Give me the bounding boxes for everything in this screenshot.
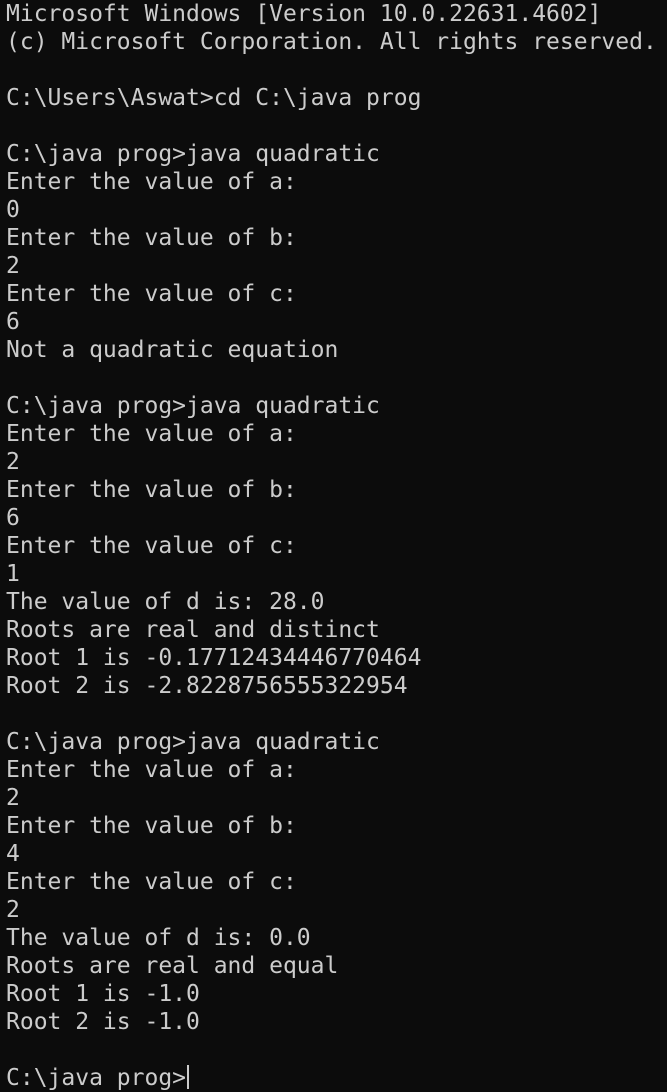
- terminal-prompt: C:\java prog>: [6, 1065, 187, 1091]
- terminal-line: Enter the value of b:: [6, 813, 297, 839]
- terminal-line: Enter the value of b:: [6, 225, 297, 251]
- terminal-line: 6: [6, 309, 20, 335]
- terminal-line: 1: [6, 561, 20, 587]
- terminal-line: 2: [6, 897, 20, 923]
- terminal-line: C:\Users\Aswat>cd C:\java prog: [6, 85, 422, 111]
- terminal-line: Microsoft Windows [Version 10.0.22631.46…: [6, 1, 602, 27]
- terminal-line: 4: [6, 841, 20, 867]
- terminal-line: Enter the value of a:: [6, 421, 297, 447]
- terminal-line: 2: [6, 449, 20, 475]
- terminal-line: (c) Microsoft Corporation. All rights re…: [6, 29, 657, 55]
- terminal-line: Not a quadratic equation: [6, 337, 339, 363]
- terminal-line: Root 1 is -0.17712434446770464: [6, 645, 422, 671]
- terminal-line: Enter the value of c:: [6, 533, 297, 559]
- terminal-line: 6: [6, 505, 20, 531]
- terminal-line: Enter the value of c:: [6, 281, 297, 307]
- terminal-line: 2: [6, 253, 20, 279]
- terminal-line: Enter the value of c:: [6, 869, 297, 895]
- terminal-line: The value of d is: 28.0: [6, 589, 325, 615]
- terminal-line: Roots are real and distinct: [6, 617, 380, 643]
- terminal-line: Enter the value of a:: [6, 757, 297, 783]
- terminal-line: Enter the value of b:: [6, 477, 297, 503]
- terminal-prompt-line[interactable]: C:\java prog>: [6, 1064, 667, 1092]
- terminal-output: Microsoft Windows [Version 10.0.22631.46…: [6, 0, 667, 1064]
- terminal-line: C:\java prog>java quadratic: [6, 729, 380, 755]
- terminal-line: The value of d is: 0.0: [6, 925, 311, 951]
- terminal-line: Roots are real and equal: [6, 953, 339, 979]
- terminal-line: C:\java prog>java quadratic: [6, 393, 380, 419]
- terminal-line: Root 1 is -1.0: [6, 981, 200, 1007]
- text-cursor: [187, 1065, 190, 1089]
- terminal-line: Root 2 is -2.8228756555322954: [6, 673, 408, 699]
- terminal-line: Root 2 is -1.0: [6, 1009, 200, 1035]
- terminal-line: 2: [6, 785, 20, 811]
- terminal-line: Enter the value of a:: [6, 169, 297, 195]
- terminal-console[interactable]: Microsoft Windows [Version 10.0.22631.46…: [0, 0, 667, 1092]
- terminal-line: 0: [6, 197, 20, 223]
- terminal-line: C:\java prog>java quadratic: [6, 141, 380, 167]
